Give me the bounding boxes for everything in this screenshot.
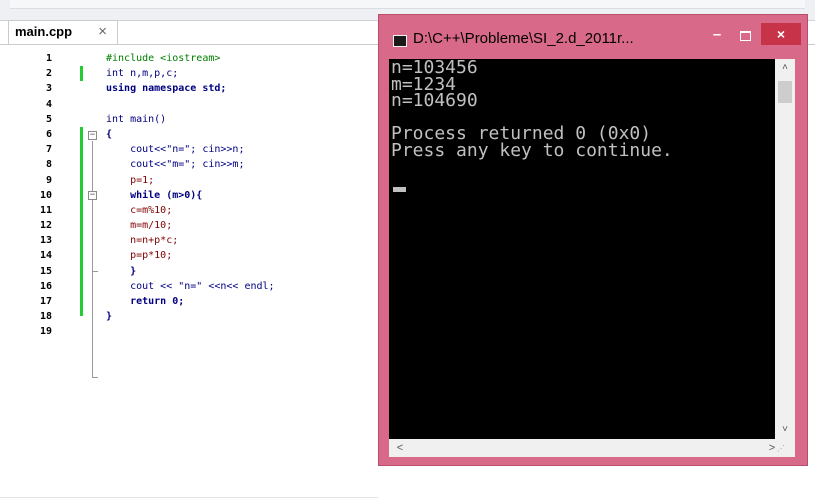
line-number: 10 (39, 189, 52, 201)
code-line: } (106, 311, 113, 323)
code-text[interactable]: #include <iostream> int n,m,p,c; using n… (106, 51, 275, 340)
line-number: 17 (39, 296, 52, 307)
tab-main-cpp[interactable]: main.cpp × (8, 20, 118, 44)
scroll-thumb[interactable] (778, 81, 792, 103)
fold-guide-line (92, 141, 93, 378)
minimize-button[interactable]: – (704, 25, 730, 45)
fold-end-marker (92, 271, 98, 272)
code-line: n=n+p*c; (106, 235, 179, 247)
console-window[interactable]: D:\C++\Probleme\SI_2.d_2011r... – × n=10… (378, 14, 808, 466)
scroll-left-icon[interactable]: < (391, 439, 409, 457)
line-number: 1 (45, 53, 52, 64)
code-line: cout<<"m="; cin>>m; (106, 159, 245, 171)
code-line: c=m%10; (106, 204, 173, 216)
code-line: while (m>0){ (106, 189, 203, 201)
code-line: cout<<"n="; cin>>n; (106, 144, 245, 156)
resize-grip-icon[interactable]: ⋰ (777, 443, 791, 455)
line-number: 7 (45, 144, 52, 156)
code-line: cout << "n=" <<n<< endl; (106, 280, 275, 292)
code-line: return 0; (106, 296, 185, 307)
code-line: int main() (106, 113, 167, 125)
line-number: 3 (45, 83, 52, 95)
code-line: { (106, 128, 113, 140)
console-app-icon (393, 35, 407, 47)
fold-collapse-icon[interactable]: − (88, 191, 97, 200)
line-number: 6 (45, 128, 52, 140)
close-button[interactable]: × (761, 23, 801, 45)
output-line: n=104690 (391, 90, 478, 111)
maximize-icon (739, 31, 751, 41)
line-number: 13 (39, 235, 52, 247)
code-line: int n,m,p,c; (106, 68, 179, 80)
console-output: n=103456 m=1234 n=104690 Process returned 0… (391, 59, 673, 161)
scroll-up-icon[interactable]: ˄ (775, 59, 795, 77)
tab-close-icon[interactable]: × (98, 21, 107, 43)
maximize-button[interactable] (734, 27, 756, 45)
vertical-scrollbar[interactable]: ˄ ˅ (775, 59, 795, 439)
line-number: 11 (39, 204, 52, 216)
code-line: using namespace std; (106, 83, 227, 95)
console-titlebar[interactable]: D:\C++\Probleme\SI_2.d_2011r... – × (379, 15, 807, 59)
line-number: 2 (45, 68, 52, 80)
line-number: 19 (39, 326, 52, 338)
code-line: p=1; (106, 174, 155, 186)
line-number: 12 (39, 220, 52, 232)
line-number: 15 (39, 265, 52, 277)
code-line: p=p*10; (106, 250, 173, 262)
change-marker (80, 66, 83, 81)
line-number: 8 (45, 159, 52, 171)
scroll-down-icon[interactable]: ˅ (775, 421, 795, 439)
line-number: 9 (45, 174, 52, 186)
code-line: m=m/10; (106, 220, 173, 232)
toolbar-remnant (10, 0, 805, 9)
code-line: } (106, 265, 137, 277)
console-output-area[interactable]: n=103456 m=1234 n=104690 Process returned 0… (389, 59, 775, 453)
code-line: #include <iostream> (106, 53, 221, 64)
change-marker (80, 127, 83, 316)
horizontal-scrollbar[interactable]: < > (389, 439, 795, 457)
line-number: 18 (39, 311, 52, 323)
line-number: 5 (45, 113, 52, 125)
line-number: 4 (45, 98, 52, 110)
line-number-gutter: 1 2 3 4 5 6 7 8 9 10 11 12 13 14 15 16 1… (0, 51, 60, 340)
tab-label: main.cpp (15, 24, 73, 39)
console-cursor (393, 187, 406, 192)
output-line: Press any key to continue. (391, 139, 673, 161)
fold-collapse-icon[interactable]: − (88, 131, 97, 140)
line-number: 14 (39, 250, 52, 262)
fold-end-marker (92, 377, 98, 378)
line-number: 16 (39, 280, 52, 292)
console-title: D:\C++\Probleme\SI_2.d_2011r... (413, 30, 634, 47)
